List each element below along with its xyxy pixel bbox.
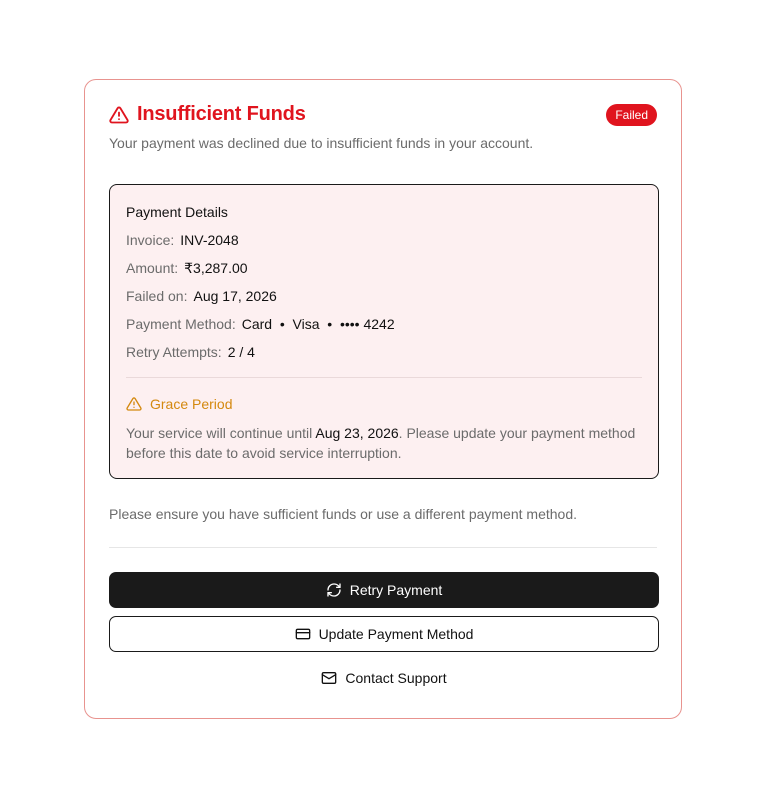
detail-value: Aug 17, 2026 <box>193 288 277 304</box>
card-header: Insufficient Funds Failed <box>109 103 657 129</box>
detail-row-retry-attempts: Retry Attempts: 2 / 4 <box>126 344 255 360</box>
contact-support-button[interactable]: Contact Support <box>109 660 659 696</box>
grace-date: Aug 23, 2026 <box>315 425 399 441</box>
mail-icon <box>321 670 337 686</box>
subtitle: Your payment was declined due to insuffi… <box>109 135 534 151</box>
grace-period-heading: Grace Period <box>126 396 232 412</box>
detail-label: Payment Method: <box>126 316 236 332</box>
grace-period-text: Your service will continue until Aug 23,… <box>126 423 646 463</box>
detail-label: Failed on: <box>126 288 188 304</box>
update-payment-method-label: Update Payment Method <box>318 626 474 642</box>
retry-payment-label: Retry Payment <box>349 582 443 598</box>
actions-divider <box>109 547 657 548</box>
page-title: Insufficient Funds <box>137 103 306 125</box>
status-badge: Failed <box>606 104 657 126</box>
detail-row-failed-on: Failed on: Aug 17, 2026 <box>126 288 277 304</box>
detail-label: Retry Attempts: <box>126 344 222 360</box>
detail-row-amount: Amount: ₹3,287.00 <box>126 260 248 277</box>
detail-value: ₹3,287.00 <box>184 260 248 276</box>
grace-period-title: Grace Period <box>150 396 233 412</box>
detail-value: INV-2048 <box>180 232 239 248</box>
retry-payment-button[interactable]: Retry Payment <box>109 572 659 608</box>
detail-label: Amount: <box>126 260 179 276</box>
payment-details-panel: Payment Details Invoice: INV-2048 Amount:… <box>109 184 659 479</box>
grace-text-before: Your service will continue until <box>126 425 316 441</box>
detail-value: 2 / 4 <box>227 344 255 360</box>
title-group: Insufficient Funds <box>109 103 306 126</box>
detail-row-payment-method: Payment Method: Card • Visa • •••• 4242 <box>126 316 395 332</box>
contact-support-label: Contact Support <box>345 670 447 686</box>
detail-label: Invoice: <box>126 232 175 248</box>
detail-row-invoice: Invoice: INV-2048 <box>126 232 239 248</box>
details-title: Payment Details <box>126 204 228 220</box>
help-note: Please ensure you have sufficient funds … <box>109 506 577 522</box>
payment-failed-card: Insufficient Funds Failed Your payment w… <box>84 79 682 719</box>
detail-value: Card • Visa • •••• 4242 <box>241 316 395 332</box>
alert-triangle-icon <box>109 105 129 125</box>
alert-triangle-icon <box>126 396 142 412</box>
credit-card-icon <box>295 626 311 642</box>
refresh-icon <box>326 582 342 598</box>
details-divider <box>126 377 642 378</box>
update-payment-method-button[interactable]: Update Payment Method <box>109 616 659 652</box>
